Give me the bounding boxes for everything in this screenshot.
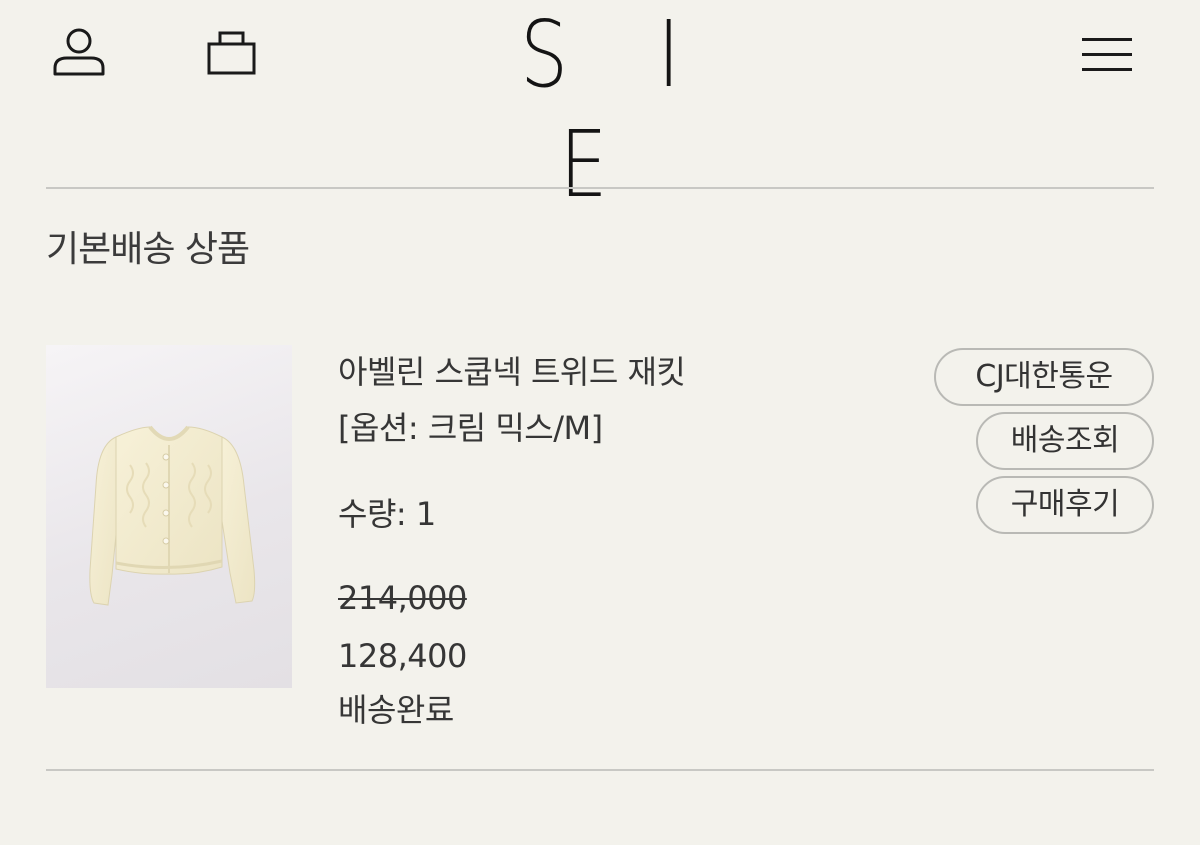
section-divider-top bbox=[46, 187, 1154, 189]
product-image[interactable] bbox=[46, 345, 292, 688]
shopping-bag-icon bbox=[207, 31, 256, 75]
product-option: [옵션: 크림 믹스/M] bbox=[338, 409, 603, 447]
carrier-button[interactable]: CJ대한통운 bbox=[934, 348, 1154, 406]
user-icon bbox=[53, 28, 105, 76]
shopping-bag-button[interactable] bbox=[202, 26, 260, 78]
delivery-status: 배송완료 bbox=[338, 691, 454, 729]
hamburger-menu-icon bbox=[1082, 38, 1132, 71]
product-quantity: 수량: 1 bbox=[338, 495, 436, 533]
section-title: 기본배송 상품 bbox=[46, 229, 250, 270]
menu-button[interactable] bbox=[1080, 34, 1136, 76]
sale-price: 128,400 bbox=[338, 637, 467, 675]
section-divider-bottom bbox=[46, 769, 1154, 771]
track-delivery-button[interactable]: 배송조회 bbox=[976, 412, 1154, 470]
write-review-button[interactable]: 구매후기 bbox=[976, 476, 1154, 534]
site-header: S I E bbox=[0, 0, 1200, 218]
brand-logo[interactable]: S I E bbox=[436, 0, 764, 218]
account-button[interactable] bbox=[50, 26, 108, 78]
cardigan-illustration bbox=[89, 425, 256, 606]
product-name[interactable]: 아벨린 스쿱넥 트위드 재킷 bbox=[338, 350, 686, 394]
original-price: 214,000 bbox=[338, 579, 467, 617]
